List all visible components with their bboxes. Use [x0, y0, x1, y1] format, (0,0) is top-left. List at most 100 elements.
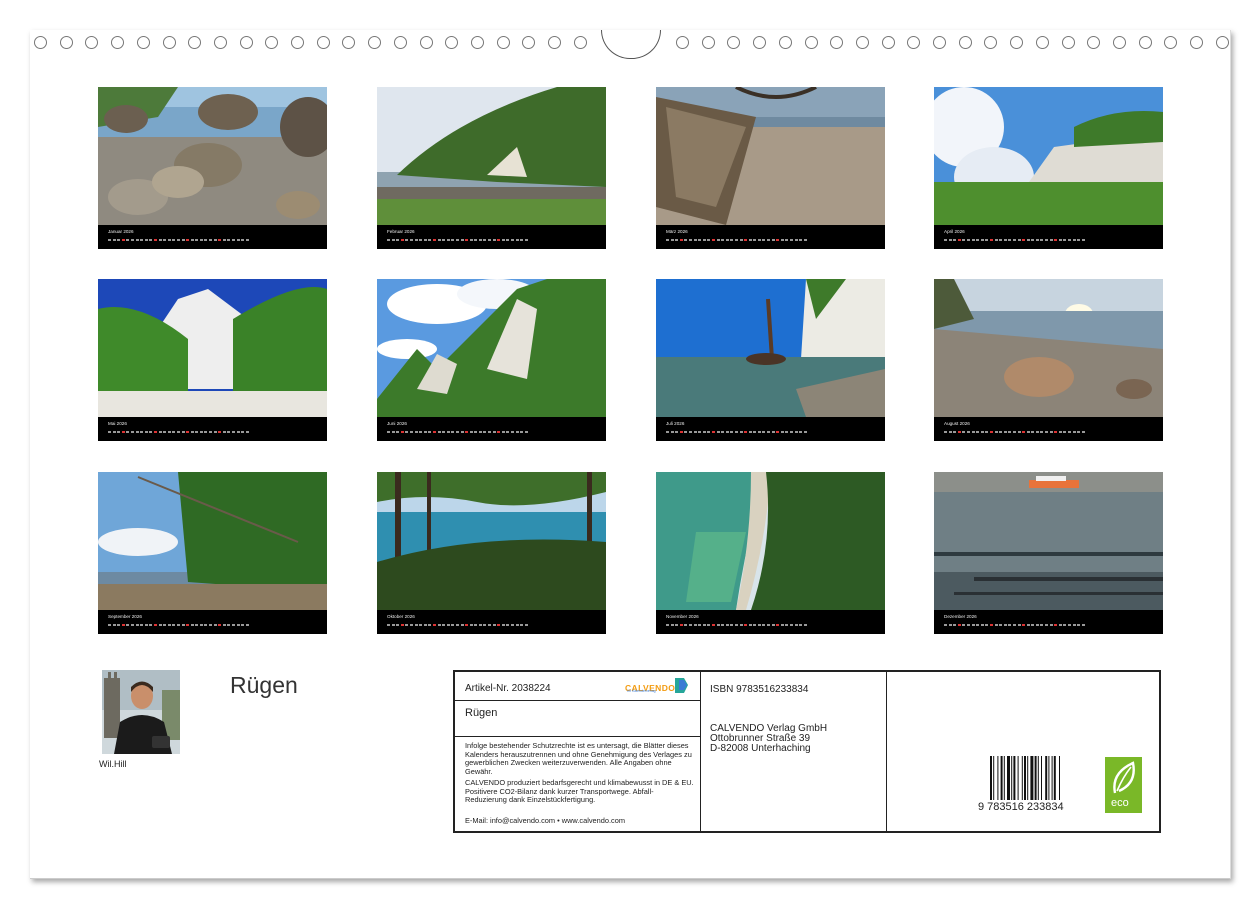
barcode-bar — [993, 756, 994, 800]
binding-hole — [1113, 36, 1126, 49]
barcode-bar — [1011, 756, 1012, 800]
month-caption: September 2026 — [108, 614, 142, 619]
binding-hole — [984, 36, 997, 49]
binding-hole — [85, 36, 98, 49]
binding-hole — [368, 36, 381, 49]
binding-hole — [317, 36, 330, 49]
month-page: Oktober 2026 — [377, 472, 606, 634]
month-caption: November 2026 — [666, 614, 699, 619]
month-caption: April 2026 — [944, 229, 965, 234]
binding-hole — [933, 36, 946, 49]
binding-hole — [471, 36, 484, 49]
day-strip — [108, 237, 298, 243]
article-number: Artikel-Nr. 2038224 — [465, 683, 551, 694]
barcode-digits: 9 783516 233834 — [978, 801, 1064, 813]
barcode-bar — [1041, 756, 1042, 800]
binding-hole — [753, 36, 766, 49]
binding-hole — [137, 36, 150, 49]
binding-hole — [1216, 36, 1229, 49]
month-caption: Januar 2026 — [108, 229, 134, 234]
barcode-bar — [1018, 756, 1019, 800]
eco-badge: eco — [1105, 757, 1142, 813]
barcode-bar — [1013, 756, 1015, 800]
binding-hole — [291, 36, 304, 49]
binding-hole — [497, 36, 510, 49]
eco-label: eco — [1111, 797, 1129, 809]
binding-hole — [240, 36, 253, 49]
info-box: Artikel-Nr. 2038224 CALVENDO Ihr Kalende… — [453, 670, 1161, 833]
binding-hole — [188, 36, 201, 49]
month-caption: Juni 2026 — [387, 421, 407, 426]
eco-notice: CALVENDO produziert bedarfsgerecht und k… — [465, 779, 695, 805]
product-title: Rügen — [465, 707, 497, 719]
binding-hole — [805, 36, 818, 49]
calvendo-logo: CALVENDO Ihr Kalenderverlag — [625, 678, 693, 696]
month-caption: Februar 2026 — [387, 229, 415, 234]
month-photo — [377, 279, 606, 417]
barcode-bar — [1048, 756, 1049, 800]
binding-hole — [907, 36, 920, 49]
day-strip — [387, 237, 577, 243]
month-caption: März 2026 — [666, 229, 688, 234]
month-page: Februar 2026 — [377, 87, 606, 249]
month-photo — [377, 87, 606, 225]
logo-mark-icon — [675, 678, 688, 693]
barcode-bar — [997, 756, 998, 800]
calendar-title: Rügen — [230, 672, 298, 699]
day-strip — [944, 622, 1134, 628]
month-caption: August 2026 — [944, 421, 970, 426]
binding-hole — [727, 36, 740, 49]
month-photo — [934, 472, 1163, 610]
binding-hole — [779, 36, 792, 49]
day-strip — [108, 622, 298, 628]
barcode-bar — [1052, 756, 1053, 800]
binding-hole — [856, 36, 869, 49]
barcode-bar — [1054, 756, 1056, 800]
author-photo — [102, 670, 180, 754]
binding-hole — [882, 36, 895, 49]
month-photo — [98, 472, 327, 610]
month-photo — [98, 87, 327, 225]
binding-hole — [342, 36, 355, 49]
month-photo — [934, 87, 1163, 225]
binding-hole — [214, 36, 227, 49]
day-strip — [944, 429, 1134, 435]
day-strip — [108, 429, 298, 435]
binding-hole — [1139, 36, 1152, 49]
binding-hole — [1036, 36, 1049, 49]
barcode-bar — [1045, 756, 1047, 800]
binding-hole — [702, 36, 715, 49]
barcode-bar — [1027, 756, 1028, 800]
binding-hole — [574, 36, 587, 49]
binding-hole — [959, 36, 972, 49]
month-page: Dezember 2026 — [934, 472, 1163, 634]
barcode-bar — [1059, 756, 1060, 800]
month-caption: Dezember 2026 — [944, 614, 977, 619]
barcode-bar — [1030, 756, 1033, 800]
divider — [700, 672, 701, 831]
binding-hole — [394, 36, 407, 49]
month-page: Juni 2026 — [377, 279, 606, 441]
month-page: Juli 2026 — [656, 279, 885, 441]
binding-hole — [1087, 36, 1100, 49]
day-strip — [666, 622, 856, 628]
binding-hole — [445, 36, 458, 49]
binding-hole — [1164, 36, 1177, 49]
barcode-bar — [1007, 756, 1010, 800]
month-caption: Mai 2026 — [108, 421, 127, 426]
binding-hole — [420, 36, 433, 49]
binding-hole — [522, 36, 535, 49]
day-strip — [944, 237, 1134, 243]
binding-hole — [676, 36, 689, 49]
contact-line: E-Mail: info@calvendo.com • www.calvendo… — [465, 817, 695, 826]
month-page: Januar 2026 — [98, 87, 327, 249]
binding-hole — [830, 36, 843, 49]
isbn: ISBN 9783516233834 — [710, 684, 808, 695]
month-page: September 2026 — [98, 472, 327, 634]
day-strip — [666, 237, 856, 243]
day-strip — [387, 622, 577, 628]
month-caption: Juli 2026 — [666, 421, 684, 426]
month-page: November 2026 — [656, 472, 885, 634]
month-photo — [656, 87, 885, 225]
logo-subtitle: Ihr Kalenderverlag — [627, 689, 656, 693]
